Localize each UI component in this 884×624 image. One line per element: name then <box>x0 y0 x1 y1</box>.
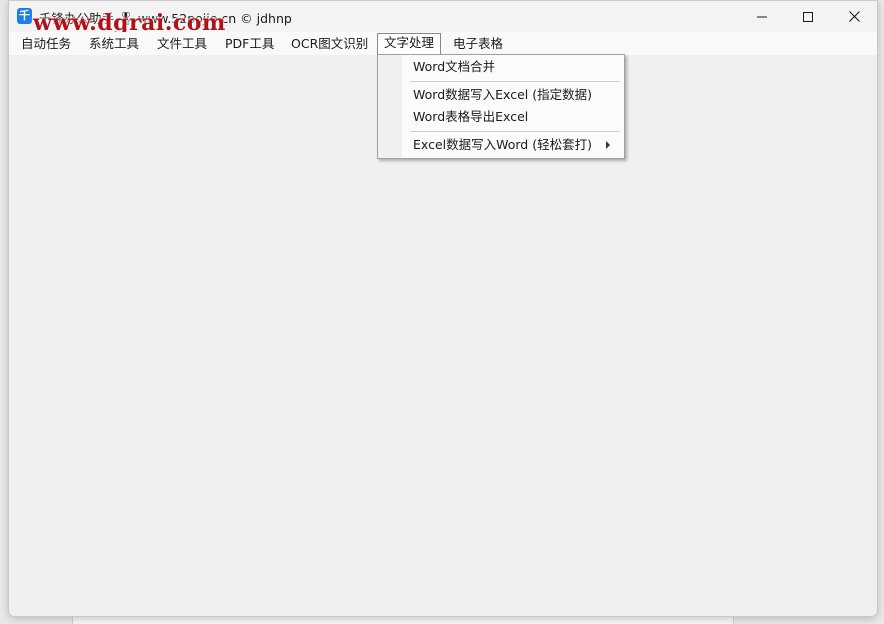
menu-system-tools[interactable]: 系统工具 <box>83 34 145 53</box>
dropdown-gutter <box>378 55 402 158</box>
close-button[interactable] <box>831 1 877 32</box>
menu-item-word-merge[interactable]: Word文档合并 <box>413 58 495 76</box>
desktop: 千 千锋办公助手 🎖 www.52pojie.cn © jdhnp www.dg… <box>0 0 884 624</box>
maximize-icon <box>803 11 813 22</box>
chevron-right-icon <box>606 141 610 149</box>
menu-auto-tasks[interactable]: 自动任务 <box>15 34 77 53</box>
menu-item-excel-to-word[interactable]: Excel数据写入Word (轻松套打) <box>413 136 592 154</box>
dropdown-separator <box>410 131 620 132</box>
minimize-button[interactable] <box>739 1 785 32</box>
app-icon: 千 <box>17 8 32 24</box>
menu-file-tools[interactable]: 文件工具 <box>151 34 213 53</box>
minimize-icon <box>757 16 767 17</box>
title-bar[interactable]: 千 千锋办公助手 🎖 www.52pojie.cn © jdhnp www.dg… <box>9 1 877 36</box>
menu-item-word-table-export[interactable]: Word表格导出Excel <box>413 108 528 126</box>
menu-text-processing[interactable]: 文字处理 <box>377 33 442 54</box>
dropdown-separator <box>410 81 620 82</box>
menu-spreadsheet[interactable]: 电子表格 <box>447 34 509 53</box>
close-icon <box>848 11 860 22</box>
maximize-button[interactable] <box>785 1 831 32</box>
text-processing-dropdown: Word文档合并 Word数据写入Excel (指定数据) Word表格导出Ex… <box>377 54 625 159</box>
menu-pdf-tools[interactable]: PDF工具 <box>219 34 280 53</box>
menu-ocr[interactable]: OCR图文识别 <box>285 34 374 53</box>
app-window: 千 千锋办公助手 🎖 www.52pojie.cn © jdhnp www.dg… <box>8 0 878 617</box>
menu-bar: 自动任务 系统工具 文件工具 PDF工具 OCR图文识别 文字处理 电子表格 <box>9 32 877 55</box>
menu-item-word-to-excel[interactable]: Word数据写入Excel (指定数据) <box>413 86 592 104</box>
